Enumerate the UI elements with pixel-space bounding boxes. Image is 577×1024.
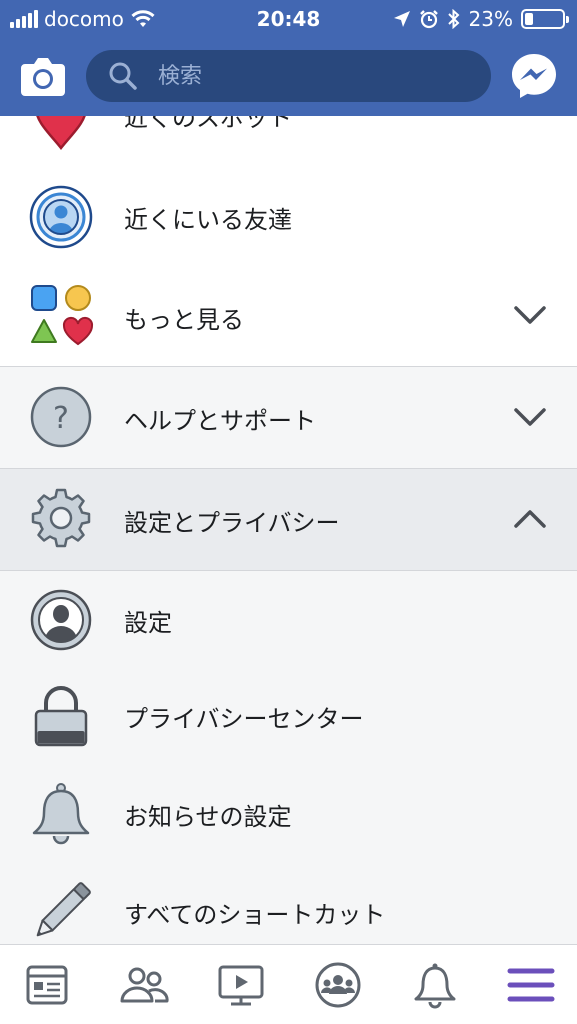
battery-level [525, 13, 534, 25]
menu-item-label: すべてのショートカット [124, 901, 386, 929]
menu-list: 近くのスポット 近くにいる友達 もっと見る ? ヘルプとサポート 設定とプライバ… [0, 116, 577, 944]
groups-icon[interactable] [313, 961, 363, 1009]
news-feed-icon[interactable] [22, 961, 72, 1009]
chevron-down-icon [514, 306, 546, 324]
bell-icon [32, 783, 90, 845]
menu-item-see-more[interactable]: もっと見る [0, 262, 577, 366]
menu-item-label: ヘルプとサポート [124, 407, 316, 435]
help-icon: ? [30, 386, 92, 448]
menu-item-label: 設定とプライバシー [124, 509, 340, 537]
gear-icon [31, 488, 91, 548]
map-pin-icon [36, 116, 86, 150]
menu-item-label: 近くのスポット [124, 116, 292, 132]
search-icon [109, 62, 137, 90]
bluetooth-icon [447, 9, 460, 29]
menu-item-notification-settings[interactable]: お知らせの設定 [0, 765, 577, 863]
menu-item-label: 近くにいる友達 [124, 206, 292, 234]
menu-item-label: 設定 [124, 609, 172, 637]
header-bar: docomo 20:48 23% [0, 0, 577, 116]
chevron-up-icon [514, 510, 546, 528]
account-icon [30, 589, 92, 651]
menu-item-nearby-places[interactable]: 近くのスポット [0, 116, 577, 160]
location-arrow-icon [393, 11, 410, 27]
menu-item-label: もっと見る [124, 306, 244, 334]
tab-bar [0, 944, 577, 1024]
menu-item-settings-privacy[interactable]: 設定とプライバシー [0, 469, 577, 570]
menu-item-label: お知らせの設定 [124, 803, 292, 831]
notifications-icon[interactable] [410, 961, 460, 1009]
menu-item-nearby-friends[interactable]: 近くにいる友達 [0, 160, 577, 262]
messenger-icon[interactable] [510, 52, 558, 100]
search-input[interactable] [158, 63, 458, 89]
menu-icon[interactable] [506, 961, 556, 1009]
menu-item-all-shortcuts[interactable]: すべてのショートカット [0, 863, 577, 944]
watch-icon[interactable] [216, 961, 266, 1009]
shapes-icon [31, 285, 94, 346]
battery-icon [521, 9, 569, 29]
search-bar[interactable] [86, 50, 491, 102]
alarm-icon [419, 10, 438, 29]
svg-text:?: ? [53, 401, 69, 436]
menu-item-label: プライバシーセンター [124, 705, 364, 733]
menu-item-help-support[interactable]: ? ヘルプとサポート [0, 367, 577, 468]
menu-item-privacy-center[interactable]: プライバシーセンター [0, 669, 577, 765]
friends-icon[interactable] [119, 961, 169, 1009]
lock-icon [34, 686, 88, 747]
status-bar: docomo 20:48 23% [0, 0, 577, 40]
camera-icon[interactable] [20, 54, 66, 98]
battery-percent: 23% [468, 7, 513, 31]
chevron-down-icon [514, 408, 546, 426]
nearby-friends-icon [29, 185, 93, 249]
menu-item-settings[interactable]: 設定 [0, 571, 577, 669]
pencil-icon [36, 882, 91, 937]
